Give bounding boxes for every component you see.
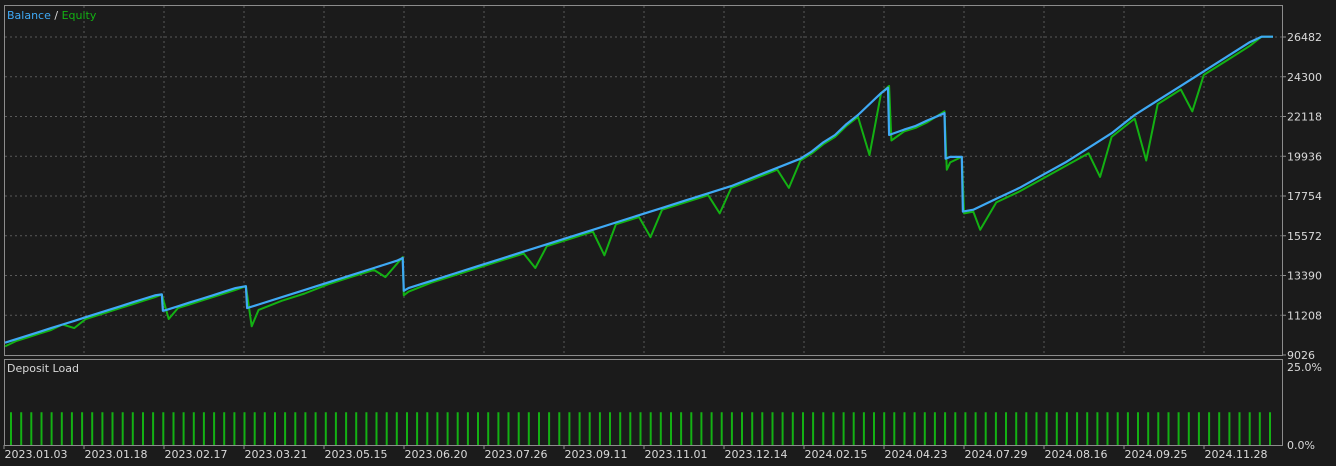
- x-tick-label: 2023.11.01: [645, 448, 708, 461]
- deposit-load-title: Deposit Load: [7, 362, 79, 375]
- legend: Balance / Equity: [7, 9, 97, 22]
- x-tick-label: 2024.11.28: [1205, 448, 1268, 461]
- chart-canvas: 26482 24300 22118 19936 17754 15572 13390 11208…: [3, 5, 1322, 461]
- legend-equity: Equity: [62, 9, 97, 22]
- x-tick-label: 2023.02.17: [165, 448, 228, 461]
- legend-balance: Balance: [7, 9, 51, 22]
- y-tick-label: 19936: [1287, 150, 1322, 163]
- deposit-load-panel: [4, 359, 1283, 446]
- x-tick-label: 2023.12.14: [725, 448, 788, 461]
- y-tick-label: 26482: [1287, 31, 1322, 44]
- x-tick-label: 2023.07.26: [485, 448, 548, 461]
- x-tick-label: 2024.04.23: [885, 448, 948, 461]
- x-tick-label: 2023.03.21: [245, 448, 308, 461]
- x-tick-label: 2023.05.15: [325, 448, 388, 461]
- x-tick-label: 2023.01.03: [5, 448, 68, 461]
- y-tick-label: 13390: [1287, 270, 1322, 283]
- y-tick-label: 15572: [1287, 230, 1322, 243]
- x-axis: 2023.01.03 2023.01.18 2023.02.17 2023.03.21…: [3, 445, 1268, 461]
- x-tick-label: 2024.08.16: [1045, 448, 1108, 461]
- x-tick-label: 2024.02.15: [805, 448, 868, 461]
- y-axis: 26482 24300 22118 19936 17754 15572 13390 11208…: [1282, 31, 1322, 362]
- x-tick-label: 2023.06.20: [405, 448, 468, 461]
- x-tick-label: 2023.01.18: [85, 448, 148, 461]
- deposit-load-y-axis: 25.0% 0.0%: [1287, 361, 1322, 452]
- legend-separator: /: [51, 9, 62, 22]
- deposit-load-tick-label: 25.0%: [1287, 361, 1322, 374]
- x-tick-label: 2024.09.25: [1125, 448, 1188, 461]
- y-tick-label: 22118: [1287, 111, 1322, 124]
- deposit-load-tick-label: 0.0%: [1287, 439, 1315, 452]
- x-tick-label: 2024.07.29: [965, 448, 1028, 461]
- y-tick-label: 24300: [1287, 71, 1322, 84]
- y-tick-label: 11208: [1287, 309, 1322, 322]
- x-tick-label: 2023.09.11: [565, 448, 628, 461]
- y-tick-label: 17754: [1287, 190, 1322, 203]
